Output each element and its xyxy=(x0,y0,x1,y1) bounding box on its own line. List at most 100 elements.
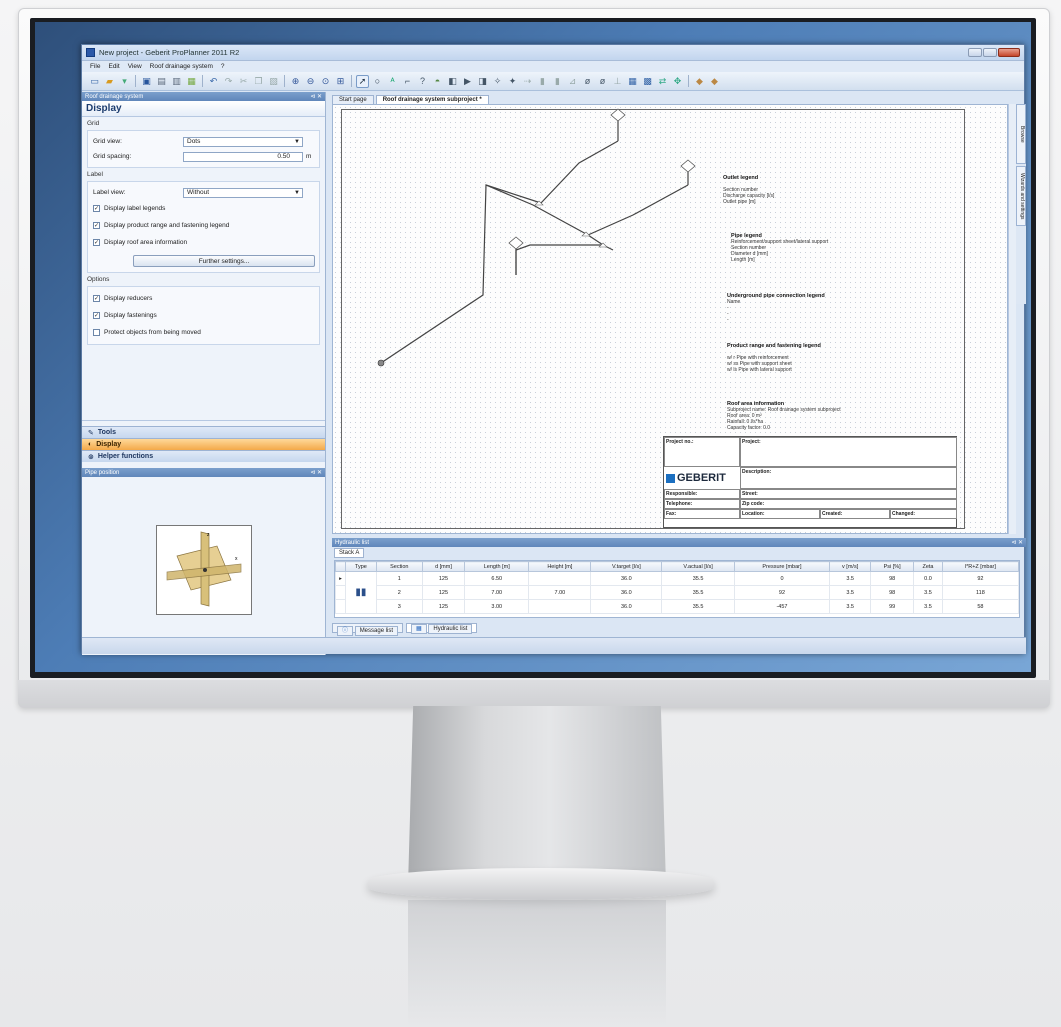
checkbox-checked-icon[interactable]: ✓ xyxy=(93,312,100,319)
column-header[interactable]: V.target [l/s] xyxy=(590,561,663,572)
label-view-select[interactable]: Without ▼ xyxy=(183,187,303,198)
menu-help[interactable]: ? xyxy=(221,63,225,70)
undo-icon[interactable]: ↶ xyxy=(207,75,220,88)
column-header[interactable]: Type xyxy=(345,561,377,572)
table-row[interactable]: 2 125 7.00 7.00 36.0 35.5 92 3.5 98 3.5 … xyxy=(335,585,1020,600)
further-settings-button[interactable]: Further settings... xyxy=(133,255,315,267)
check-product-legend[interactable]: ✓ Display product range and fastening le… xyxy=(93,217,314,234)
table-row[interactable]: ▸ ▮▮ 1 125 6.50 36.0 35.5 0 3.5 98 0.0 9… xyxy=(335,571,1020,614)
column-header[interactable]: V.actual [l/s] xyxy=(661,561,735,572)
grid-spacing-input[interactable]: 0.50 xyxy=(183,151,303,162)
drawing-canvas[interactable]: Outlet legend Section number Discharge c… xyxy=(332,104,1008,534)
tab-wizards[interactable]: Wizards and settings xyxy=(1016,166,1026,226)
panel-pin-close-icon[interactable]: ⊲ ✕ xyxy=(1011,539,1023,546)
copy-icon[interactable]: ❐ xyxy=(252,75,265,88)
row-selector[interactable] xyxy=(335,585,346,600)
grid2-icon[interactable]: ▩ xyxy=(641,75,654,88)
column-header[interactable]: v [m/s] xyxy=(829,561,872,572)
menu-view[interactable]: View xyxy=(128,63,142,70)
check-roof-info[interactable]: ✓ Display roof area information xyxy=(93,234,314,251)
minimize-button[interactable] xyxy=(968,48,982,57)
redo-icon[interactable]: ↷ xyxy=(222,75,235,88)
tab-stack-a[interactable]: Stack A xyxy=(334,548,365,558)
filter-icon[interactable]: ⊿ xyxy=(566,75,579,88)
table-row[interactable]: 3 125 3.00 36.0 35.5 -457 3.5 99 3.5 58 xyxy=(335,599,1020,614)
nav-display[interactable]: ◐ Display xyxy=(82,438,325,450)
row-selector-icon[interactable]: ▸ xyxy=(335,571,346,586)
open-icon[interactable]: ▰ xyxy=(103,75,116,88)
tab-start-page[interactable]: Start page xyxy=(332,95,374,104)
zoom-out-icon[interactable]: ⊖ xyxy=(304,75,317,88)
calc2-icon[interactable]: ø xyxy=(596,75,609,88)
menu-edit[interactable]: Edit xyxy=(108,63,119,70)
tab-message-list[interactable]: ⓘ Message list xyxy=(332,623,404,636)
checkbox-checked-icon[interactable]: ✓ xyxy=(93,205,100,212)
print-preview-icon[interactable]: ▥ xyxy=(170,75,183,88)
column-header[interactable]: Psi [%] xyxy=(870,561,915,572)
row-selector[interactable] xyxy=(335,599,346,614)
disconnect-icon[interactable]: ✦ xyxy=(506,75,519,88)
checkbox-unchecked-icon[interactable] xyxy=(93,329,100,336)
nav-tools[interactable]: ✎ Tools xyxy=(82,426,325,438)
tab-hydraulic-list[interactable]: ▦ Hydraulic list xyxy=(406,623,478,634)
check-label-legends[interactable]: ✓ Display label legends xyxy=(93,200,314,217)
cut-icon[interactable]: ✂ xyxy=(237,75,250,88)
column-header[interactable]: Zeta xyxy=(913,561,943,572)
layer2-icon[interactable]: ▮ xyxy=(551,75,564,88)
menu-file[interactable]: File xyxy=(90,63,100,70)
checkbox-checked-icon[interactable]: ✓ xyxy=(93,239,100,246)
panel-pin-close-icon[interactable]: ⊲ ✕ xyxy=(310,469,322,476)
zoom-all-icon[interactable]: ⊞ xyxy=(334,75,347,88)
fitting-icon[interactable]: ◧ xyxy=(446,75,459,88)
column-header[interactable]: Pressure [mbar] xyxy=(733,561,831,572)
help-icon[interactable]: ? xyxy=(416,75,429,88)
drawing-scrollbar[interactable] xyxy=(1008,104,1016,534)
check-reducers[interactable]: ✓ Display reducers xyxy=(93,290,314,307)
telephone-cell: Telephone: xyxy=(664,499,740,509)
close-button[interactable] xyxy=(998,48,1020,57)
column-header[interactable]: d [mm] xyxy=(421,561,466,572)
insert-icon[interactable]: ⇢ xyxy=(521,75,534,88)
checkbox-checked-icon[interactable]: ✓ xyxy=(93,295,100,302)
menu-roof-drainage[interactable]: Roof drainage system xyxy=(150,63,213,70)
maximize-button[interactable] xyxy=(983,48,997,57)
layer-icon[interactable]: ▮ xyxy=(536,75,549,88)
label-icon[interactable]: ᴬ xyxy=(386,75,399,88)
rotate-icon[interactable]: ○ xyxy=(371,75,384,88)
move-icon[interactable]: ✥ xyxy=(671,75,684,88)
panel-pin-close-icon[interactable]: ⊲ ✕ xyxy=(310,93,322,100)
report-icon[interactable]: ▦ xyxy=(185,75,198,88)
pointer-icon[interactable]: ➚ xyxy=(356,74,369,88)
snap-icon[interactable]: ⇄ xyxy=(656,75,669,88)
check-fastenings[interactable]: ✓ Display fastenings xyxy=(93,307,314,324)
print-icon[interactable]: ▤ xyxy=(155,75,168,88)
zoom-in-icon[interactable]: ⊕ xyxy=(289,75,302,88)
pipe-tool-icon[interactable]: ⌐ xyxy=(401,75,414,88)
calc-icon[interactable]: ø xyxy=(581,75,594,88)
column-header[interactable]: Length [m] xyxy=(464,561,530,572)
check-protect[interactable]: Protect objects from being moved xyxy=(93,324,314,341)
save-icon[interactable]: ▣ xyxy=(140,75,153,88)
settings-icon[interactable]: ◆ xyxy=(708,75,721,88)
reducer-icon[interactable]: ◨ xyxy=(476,75,489,88)
zoom-window-icon[interactable]: ⊙ xyxy=(319,75,332,88)
column-header[interactable]: Height [m] xyxy=(528,561,592,572)
checkbox-checked-icon[interactable]: ✓ xyxy=(93,222,100,229)
nav-helper-functions[interactable]: ⊚ Helper functions xyxy=(82,450,325,462)
pipe-position-view[interactable]: z x xyxy=(156,525,252,615)
measure-icon[interactable]: ⊥ xyxy=(611,75,624,88)
branch-icon[interactable]: ▶ xyxy=(461,75,474,88)
hydraulic-title: Hydraulic list xyxy=(335,539,370,546)
wizard-icon[interactable]: ◆ xyxy=(693,75,706,88)
grid-view-select[interactable]: Dots ▼ xyxy=(183,136,303,147)
column-header[interactable]: Section xyxy=(375,561,423,572)
open-recent-icon[interactable]: ▾ xyxy=(118,75,131,88)
connect-icon[interactable]: ✧ xyxy=(491,75,504,88)
new-icon[interactable]: ▭ xyxy=(88,75,101,88)
paste-icon[interactable]: ▧ xyxy=(267,75,280,88)
column-header[interactable]: l*R+Z [mbar] xyxy=(941,561,1020,572)
tab-browse[interactable]: Browse xyxy=(1016,104,1026,164)
grid-icon[interactable]: ▦ xyxy=(626,75,639,88)
tab-subproject[interactable]: Roof drainage system subproject * xyxy=(375,95,489,104)
outlet-icon[interactable]: ◓ xyxy=(431,75,444,88)
